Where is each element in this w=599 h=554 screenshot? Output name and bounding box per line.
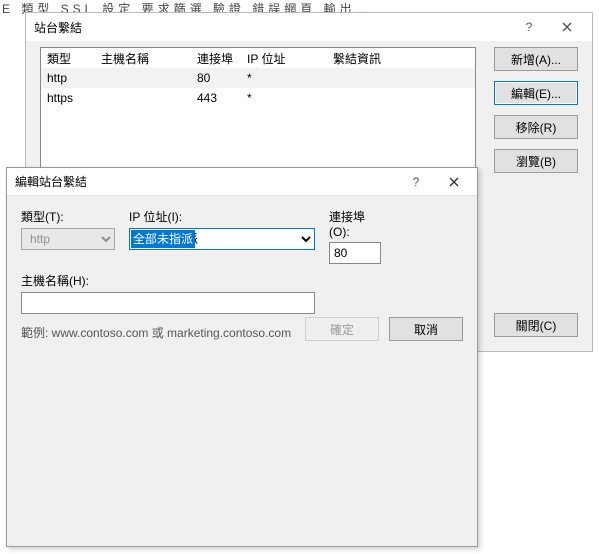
cell-type: http	[47, 71, 101, 85]
close-icon	[561, 21, 573, 33]
table-row[interactable]: http 80 *	[41, 68, 475, 88]
host-input[interactable]	[21, 292, 315, 314]
edit-binding-title: 編輯站台繫結	[15, 173, 397, 190]
edit-button[interactable]: 編輯(E)...	[494, 81, 578, 105]
col-info: 繫結資訊	[333, 50, 453, 67]
site-bindings-title: 站台繫結	[34, 19, 510, 36]
close-button[interactable]	[548, 16, 586, 38]
cell-port: 443	[197, 91, 247, 105]
table-row[interactable]: https 443 *	[41, 88, 475, 108]
col-port: 連接埠	[197, 50, 247, 67]
port-input[interactable]	[329, 242, 381, 264]
close-icon	[448, 176, 460, 188]
edit-binding-window: 編輯站台繫結 ? 類型(T): http IP 位址(I): 全部未指派	[6, 167, 478, 547]
col-ip: IP 位址	[247, 50, 333, 67]
cell-type: https	[47, 91, 101, 105]
cell-ip: *	[247, 91, 333, 105]
edit-binding-footer: 確定 取消	[305, 317, 463, 341]
edit-binding-body: 類型(T): http IP 位址(I): 全部未指派 全部未指派 連接埠(O)…	[7, 196, 477, 353]
site-bindings-body: 類型 主機名稱 連接埠 IP 位址 繫結資訊 http 80 * https 4…	[26, 41, 592, 61]
host-label: 主機名稱(H):	[21, 272, 315, 289]
add-button[interactable]: 新增(A)...	[494, 47, 578, 71]
cancel-button[interactable]: 取消	[389, 317, 463, 341]
table-header: 類型 主機名稱 連接埠 IP 位址 繫結資訊	[41, 48, 475, 68]
help-icon: ?	[413, 175, 420, 189]
cell-port: 80	[197, 71, 247, 85]
type-field: 類型(T): http	[21, 208, 115, 264]
host-field: 主機名稱(H):	[21, 272, 315, 314]
type-select: http	[21, 228, 115, 250]
port-label: 連接埠(O):	[329, 208, 381, 239]
site-bindings-titlebar: 站台繫結 ?	[26, 13, 592, 41]
col-host: 主機名稱	[101, 50, 197, 67]
browse-button[interactable]: 瀏覽(B)	[494, 149, 578, 173]
ip-select[interactable]: 全部未指派	[129, 228, 315, 250]
col-type: 類型	[47, 50, 101, 67]
close-button[interactable]	[435, 171, 473, 193]
help-button[interactable]: ?	[397, 171, 435, 193]
ok-button: 確定	[305, 317, 379, 341]
cell-ip: *	[247, 71, 333, 85]
close-bindings-button[interactable]: 關閉(C)	[494, 313, 578, 337]
help-button[interactable]: ?	[510, 16, 548, 38]
side-buttons: 新增(A)... 編輯(E)... 移除(R) 瀏覽(B) 關閉(C)	[494, 47, 578, 337]
edit-binding-titlebar: 編輯站台繫結 ?	[7, 168, 477, 196]
ip-field: IP 位址(I): 全部未指派 全部未指派	[129, 208, 315, 264]
port-field: 連接埠(O):	[329, 208, 381, 264]
ip-label: IP 位址(I):	[129, 208, 315, 225]
type-label: 類型(T):	[21, 208, 115, 225]
remove-button[interactable]: 移除(R)	[494, 115, 578, 139]
help-icon: ?	[526, 20, 533, 34]
